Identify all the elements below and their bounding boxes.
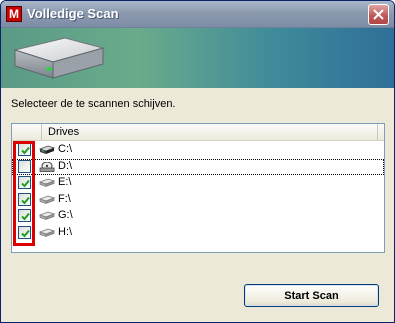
drive-row[interactable]: E:\	[12, 175, 384, 191]
drives-column-header[interactable]: Drives	[48, 126, 79, 138]
drives-list[interactable]: Drives C:\ D:\ E:\ F:\ G:\ H:\	[11, 123, 385, 253]
start-scan-button[interactable]: Start Scan	[244, 284, 379, 307]
header-banner	[1, 28, 394, 88]
app-logo-icon: M	[6, 6, 22, 22]
drive-label: H:\	[58, 225, 73, 238]
checkbox-column-header[interactable]	[12, 124, 42, 140]
drive-row[interactable]: H:\	[12, 225, 384, 241]
drive-icon	[39, 211, 55, 220]
drive-label: D:\	[58, 159, 73, 172]
drive-label: G:\	[58, 209, 73, 221]
title-bar[interactable]: M Volledige Scan	[1, 1, 394, 28]
list-header: Drives	[12, 124, 384, 141]
instruction-label: Selecteer de te scannen schijven.	[11, 98, 176, 110]
drive-label: E:\	[58, 176, 72, 188]
drive-row[interactable]: C:\	[12, 142, 384, 158]
drive-label: C:\	[58, 143, 73, 155]
drive-icon	[39, 228, 55, 237]
drive-label: F:\	[58, 192, 71, 205]
drive-icon	[39, 195, 55, 204]
drive-row[interactable]: D:\	[12, 158, 384, 175]
drive-row[interactable]: F:\	[12, 192, 384, 208]
system-drive-icon	[39, 145, 55, 154]
close-icon	[373, 9, 384, 20]
extra-column-header[interactable]	[377, 124, 384, 140]
dialog-window: M Volledige Scan Selecteer de te scannen	[0, 0, 395, 323]
drive-row[interactable]: G:\	[12, 208, 384, 224]
hard-drive-icon	[13, 37, 105, 79]
drive-icon	[39, 178, 55, 187]
cd-drive-icon	[39, 161, 55, 172]
window-title: Volledige Scan	[27, 6, 119, 21]
checkbox-highlight-box	[13, 141, 35, 246]
close-button[interactable]	[368, 4, 389, 25]
